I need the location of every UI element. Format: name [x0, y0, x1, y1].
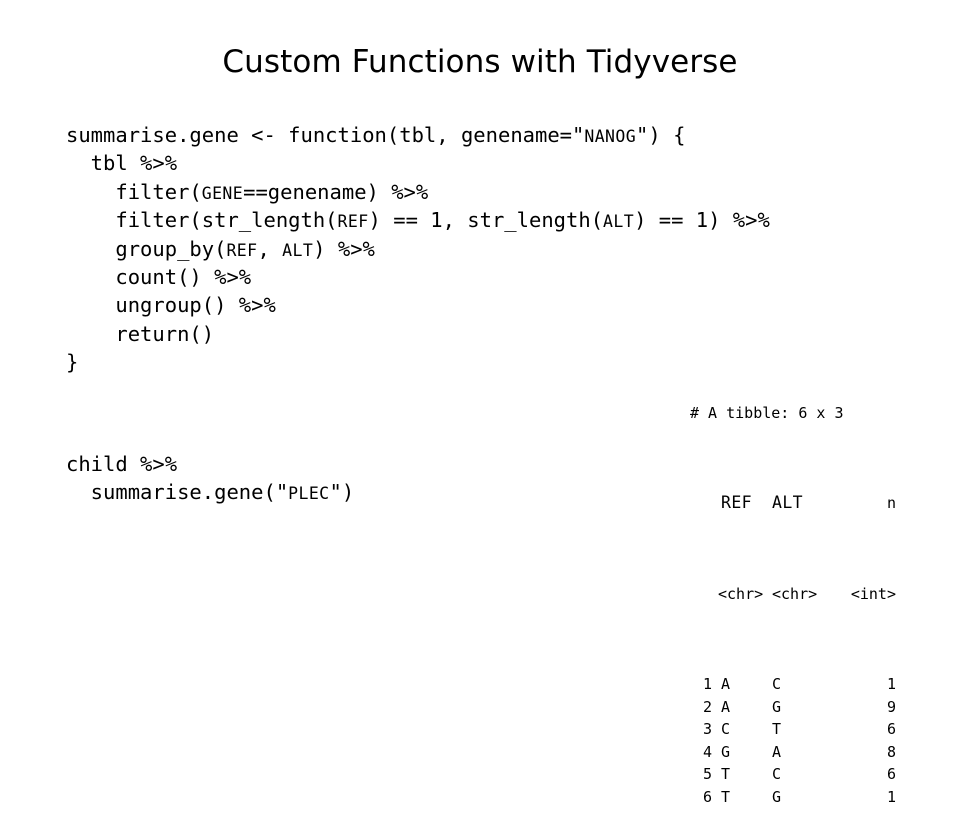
code-text: ,: [257, 236, 283, 261]
tibble-caption: # A tibble: 6 x 3: [690, 403, 844, 422]
table-row: 4G A 8: [690, 741, 896, 764]
code-main-line: ungroup() %>%: [66, 291, 770, 319]
code-main-line: filter(GENE==genename) %>%: [66, 178, 770, 206]
tibble-header-alt: ALT: [772, 493, 804, 513]
cell-n: 9: [886, 697, 896, 716]
tibble-type-alt: <chr>: [772, 584, 818, 603]
cell-alt: G: [772, 787, 782, 806]
code-text: ") {: [636, 123, 686, 147]
code-identifier: NANOG: [584, 127, 637, 146]
code-main-line: group_by(REF, ALT) %>%: [66, 235, 770, 263]
cell-n: 1: [886, 674, 896, 693]
code-main-line: }: [66, 348, 770, 376]
cell-alt: T: [772, 720, 782, 739]
cell-index: 3: [702, 720, 712, 739]
cell-n: 8: [886, 742, 896, 761]
code-identifier: REF: [226, 240, 258, 260]
code-text: ungroup() %>%: [66, 293, 276, 318]
code-text: filter(str_length(: [66, 208, 338, 233]
cell-ref: G: [721, 742, 731, 761]
cell-index: 6: [702, 787, 712, 806]
code-identifier: PLEC: [288, 484, 330, 504]
code-call-line: summarise.gene("PLEC"): [66, 478, 355, 506]
code-main-line: summarise.gene <- function(tbl, genename…: [66, 121, 770, 149]
cell-index: 1: [702, 674, 712, 693]
page-title: Custom Functions with Tidyverse: [222, 44, 738, 80]
code-text: count() %>%: [66, 264, 252, 289]
code-text: ) == 1) %>%: [634, 208, 770, 233]
code-text: group_by(: [66, 236, 227, 261]
code-text: summarise.gene(": [66, 480, 289, 505]
cell-index: 2: [702, 697, 712, 716]
code-block-function-call: child %>% summarise.gene("PLEC"): [66, 450, 354, 507]
cell-n: 1: [886, 787, 896, 806]
code-main-line: tbl %>%: [66, 149, 770, 177]
tibble-body: 1AC12AG93CT64GA85TC66TG1: [690, 673, 896, 809]
table-row: 5T C 6: [690, 763, 896, 786]
code-text: summarise.gene <- function(tbl, genename…: [66, 123, 585, 147]
code-identifier: GENE: [201, 183, 244, 203]
table-row: 2A G 9: [690, 696, 896, 719]
cell-n: 6: [886, 720, 896, 739]
code-main-line: filter(str_length(REF) == 1, str_length(…: [66, 206, 770, 234]
code-main-line: return(): [66, 320, 770, 348]
tibble-header-n: n: [886, 494, 896, 513]
code-text: tbl %>%: [66, 151, 178, 176]
cell-alt: C: [772, 765, 782, 784]
cell-ref: C: [721, 720, 731, 739]
code-identifier: REF: [337, 212, 369, 232]
code-identifier: ALT: [603, 212, 635, 232]
cell-n: 6: [886, 765, 896, 784]
cell-alt: A: [772, 742, 782, 761]
code-text: child %>%: [66, 452, 178, 476]
code-text: }: [66, 350, 79, 375]
code-block-function-definition: summarise.gene <- function(tbl, genename…: [66, 121, 770, 377]
tibble-type-n: <int>: [850, 584, 896, 603]
code-text: ==genename) %>%: [243, 179, 429, 204]
cell-index: 5: [702, 765, 712, 784]
code-text: return(): [66, 321, 215, 346]
cell-alt: G: [772, 697, 782, 716]
tibble-type-ref: <chr>: [718, 584, 764, 603]
code-text: filter(: [66, 179, 202, 204]
cell-ref: T: [721, 765, 731, 784]
cell-ref: A: [721, 697, 731, 716]
code-text: ) == 1, str_length(: [368, 208, 604, 233]
table-row: 6T G 1: [690, 786, 896, 809]
code-text: ) %>%: [313, 236, 375, 261]
cell-alt: C: [772, 674, 782, 693]
table-row: 3C T 6: [690, 718, 896, 741]
table-row: 1AC1: [690, 673, 896, 696]
tibble-output: # A tibble: 6 x 3 REF ALT n <chr> <chr> …: [690, 334, 896, 831]
code-text: "): [329, 480, 355, 505]
code-main-line: count() %>%: [66, 263, 770, 291]
tibble-header-ref: REF: [721, 493, 753, 513]
cell-ref: T: [721, 787, 731, 806]
code-call-line: child %>%: [66, 450, 354, 478]
tibble-header-row: REF ALT n: [690, 492, 896, 515]
tibble-type-row: <chr> <chr> <int>: [690, 583, 896, 606]
code-identifier: ALT: [282, 240, 314, 260]
cell-index: 4: [702, 742, 712, 761]
cell-ref: A: [721, 674, 731, 693]
